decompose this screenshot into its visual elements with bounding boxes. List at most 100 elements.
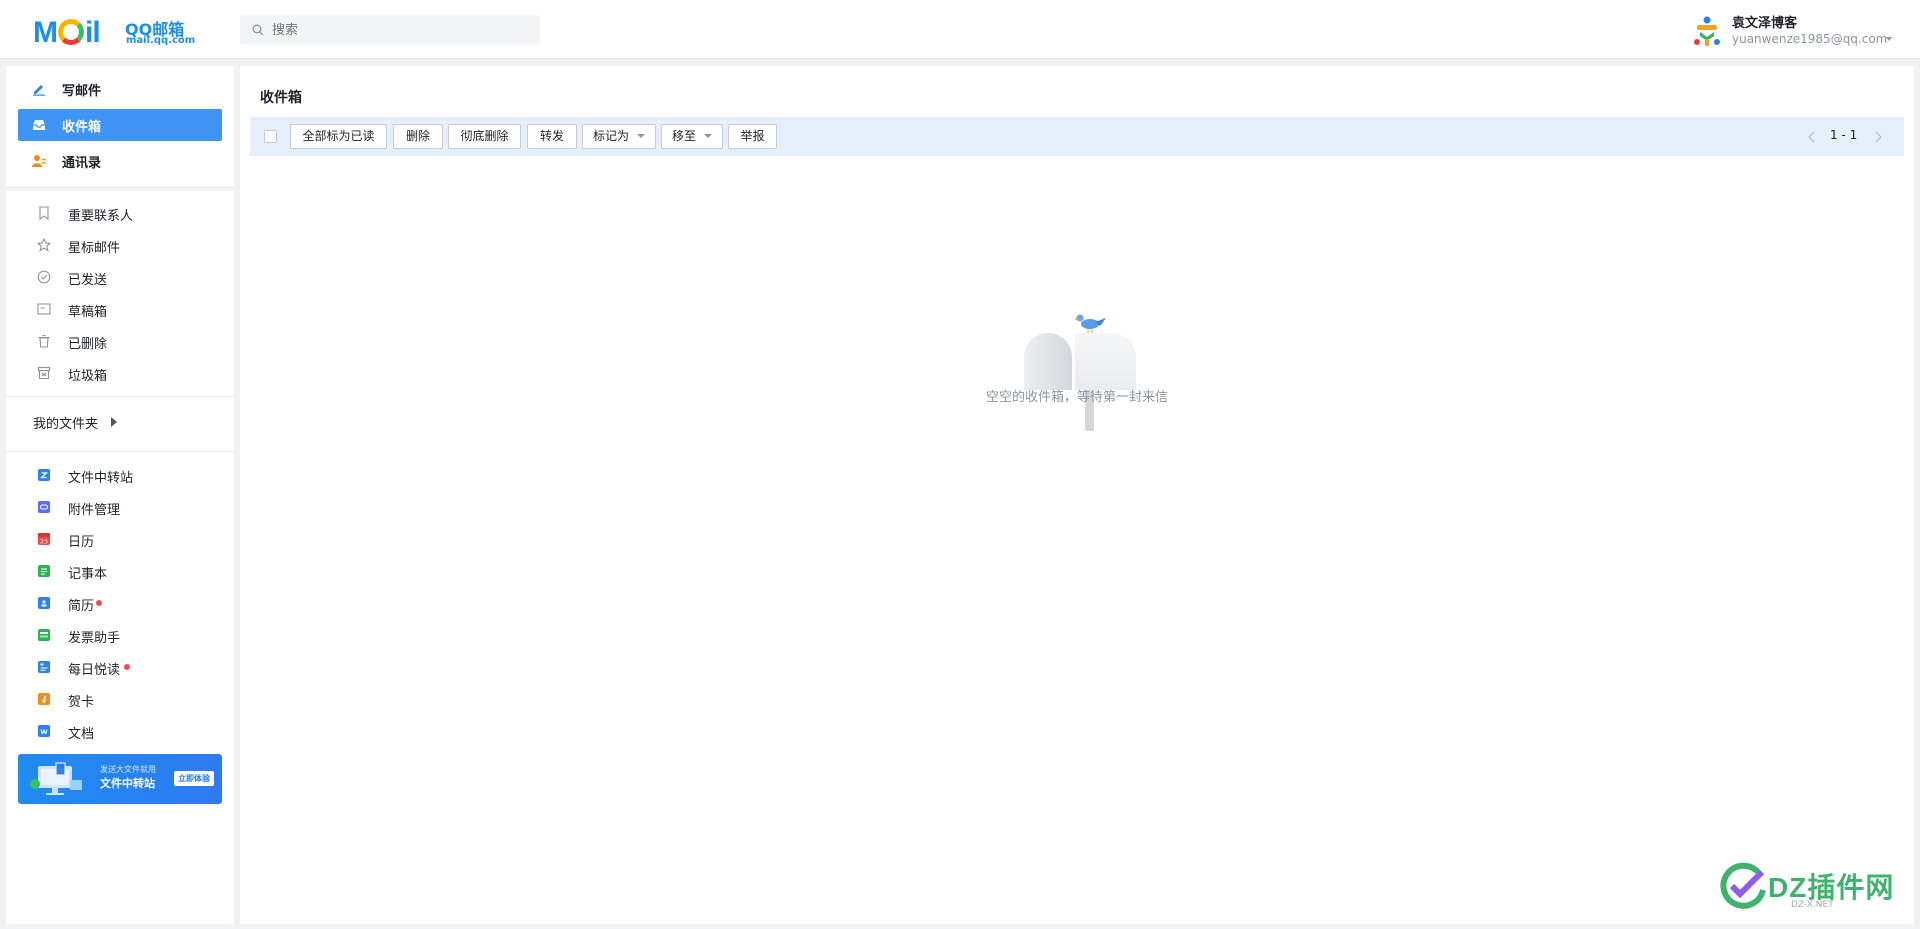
chevron-down-icon xyxy=(1886,37,1892,41)
banner-subtitle: 发送大文件就用 xyxy=(100,765,156,774)
delete-permanently-button[interactable]: 彻底删除 xyxy=(448,124,521,149)
qq-mail-logo[interactable]: Mil QQ邮箱 mail.qq.com xyxy=(33,14,195,49)
app-label: 文件中转站 xyxy=(68,471,134,486)
app-label: 每日悦读 xyxy=(68,663,121,678)
folder-label: 已删除 xyxy=(68,337,108,352)
chevron-down-icon xyxy=(637,134,645,138)
empty-mailbox-illustration xyxy=(1024,314,1136,431)
file-transfer-icon xyxy=(38,469,50,481)
divider xyxy=(6,396,234,397)
avatar xyxy=(1694,16,1720,46)
inbox-label: 收件箱 xyxy=(62,120,102,135)
my-folders-label: 我的文件夹 xyxy=(33,417,99,432)
sidebar-item-notebook[interactable]: 记事本 xyxy=(18,557,222,585)
mark-as-label: 标记为 xyxy=(592,129,629,143)
check-circle-icon xyxy=(37,270,51,284)
calendar-icon: 23 xyxy=(38,533,50,546)
sidebar-item-file-transfer[interactable]: 文件中转站 xyxy=(18,461,222,489)
app-label: 简历 xyxy=(68,599,95,614)
app-label: 发票助手 xyxy=(68,631,121,646)
folder-label: 重要联系人 xyxy=(68,209,134,224)
mark-all-read-button[interactable]: 全部标为已读 xyxy=(290,124,387,149)
trash-icon xyxy=(38,334,50,348)
contacts-label: 通讯录 xyxy=(62,156,102,171)
page-indicator: 1 - 1 xyxy=(1830,128,1858,142)
move-to-label: 移至 xyxy=(671,129,696,143)
sidebar-item-drafts[interactable]: 草稿箱 xyxy=(18,295,222,323)
draft-icon xyxy=(37,303,51,315)
notebook-icon xyxy=(38,565,50,577)
sidebar-item-greeting-card[interactable]: 贺卡 xyxy=(18,685,222,713)
watermark-logo: DZ插件网 DZ-X.NET xyxy=(1718,857,1908,917)
search-box[interactable] xyxy=(240,15,540,45)
sidebar-item-daily-reading[interactable]: 每日悦读 xyxy=(18,653,222,681)
user-menu[interactable]: 袁文泽博客 yuanwenze1985@qq.com xyxy=(1692,12,1902,50)
sidebar-item-spam[interactable]: 垃圾箱 xyxy=(18,359,222,387)
sidebar-item-starred[interactable]: 星标邮件 xyxy=(18,231,222,259)
computer-illustration xyxy=(30,762,82,795)
reading-icon xyxy=(38,661,50,673)
divider xyxy=(6,451,234,452)
search-input[interactable] xyxy=(272,15,532,45)
app-label: 贺卡 xyxy=(68,695,95,710)
empty-inbox-message: 空空的收件箱，等待第一封来信 xyxy=(985,390,1168,405)
svg-text:23: 23 xyxy=(40,539,48,546)
banner-try-button[interactable]: 立即体验 xyxy=(174,771,214,786)
watermark-subtext: DZ-X.NET xyxy=(1791,900,1834,910)
delete-button[interactable]: 删除 xyxy=(393,124,443,149)
sidebar-item-inbox[interactable]: 收件箱 xyxy=(18,109,222,141)
folder-label: 已发送 xyxy=(68,273,108,288)
attachment-icon xyxy=(38,501,50,513)
compose-label: 写邮件 xyxy=(62,84,102,99)
sidebar-item-attachments[interactable]: 附件管理 xyxy=(18,493,222,521)
inbox-icon xyxy=(33,120,45,130)
folder-label: 星标邮件 xyxy=(68,241,121,256)
sidebar-item-invoice[interactable]: 发票助手 xyxy=(18,621,222,649)
bookmark-icon xyxy=(39,206,49,220)
compose-button[interactable]: 写邮件 xyxy=(18,73,222,105)
chevron-right-icon[interactable] xyxy=(1872,130,1884,144)
file-transfer-banner[interactable]: 发送大文件就用 文件中转站 立即体验 xyxy=(18,754,222,804)
star-icon xyxy=(37,238,51,252)
page-title: 收件箱 xyxy=(260,90,302,106)
sidebar-item-deleted[interactable]: 已删除 xyxy=(18,327,222,355)
folder-label: 垃圾箱 xyxy=(68,369,108,384)
user-name: 袁文泽博客 xyxy=(1732,16,1798,31)
sidebar-folders: 重要联系人 星标邮件 已发送 草稿箱 已删除 垃圾箱 我的文件夹 文件中转站 附… xyxy=(6,191,234,924)
mark-as-dropdown[interactable]: 标记为 xyxy=(582,124,656,149)
select-all-checkbox[interactable] xyxy=(264,130,277,143)
search-icon xyxy=(252,24,264,36)
spam-icon xyxy=(37,366,51,380)
app-label: 记事本 xyxy=(68,567,108,582)
report-button[interactable]: 举报 xyxy=(728,124,777,149)
svg-text:W: W xyxy=(40,728,47,736)
my-folders-toggle[interactable]: 我的文件夹 xyxy=(33,410,153,434)
chevron-left-icon[interactable] xyxy=(1806,130,1818,144)
invoice-icon xyxy=(38,629,50,641)
move-to-dropdown[interactable]: 移至 xyxy=(661,124,723,149)
sidebar-item-calendar[interactable]: 23 日历 xyxy=(18,525,222,553)
chevron-down-icon xyxy=(704,134,712,138)
inbox-panel: 收件箱 全部标为已读 删除 彻底删除 转发 标记为 移至 举报 1 - 1 空空… xyxy=(240,66,1914,924)
sidebar-item-important-contacts[interactable]: 重要联系人 xyxy=(18,199,222,227)
app-label: 附件管理 xyxy=(68,503,121,518)
sidebar-primary: 写邮件 收件箱 通讯录 xyxy=(6,66,234,186)
watermark-check-icon xyxy=(1720,862,1766,909)
user-email: yuanwenze1985@qq.com xyxy=(1732,32,1888,46)
caret-right-icon xyxy=(111,417,117,427)
notification-dot xyxy=(96,600,102,606)
top-header: Mil QQ邮箱 mail.qq.com 袁文泽博客 yuanwenze1985… xyxy=(0,0,1920,59)
sidebar-item-sent[interactable]: 已发送 xyxy=(18,263,222,291)
document-icon: W xyxy=(38,725,50,737)
app-label: 文档 xyxy=(68,727,95,742)
resume-icon xyxy=(38,597,50,609)
sidebar-item-documents[interactable]: W 文档 xyxy=(18,717,222,745)
forward-button[interactable]: 转发 xyxy=(527,124,577,149)
sidebar-item-contacts[interactable]: 通讯录 xyxy=(18,145,222,177)
sidebar-item-resume[interactable]: 简历 xyxy=(18,589,222,617)
folder-label: 草稿箱 xyxy=(68,305,108,320)
banner-title: 文件中转站 xyxy=(100,777,155,790)
pen-icon xyxy=(33,85,45,96)
contacts-icon xyxy=(32,155,46,167)
notification-dot xyxy=(124,664,130,670)
